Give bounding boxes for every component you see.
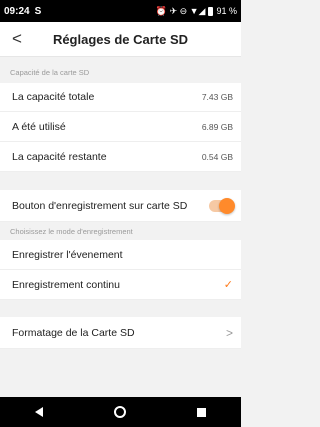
header: < Réglages de Carte SD <box>0 22 241 57</box>
remaining-capacity-value: 0.54 GB <box>201 151 233 162</box>
status-icons: ⏰ ✈ ⊖ ▼◢ <box>155 5 206 16</box>
continuous-recording-row[interactable]: Enregistrement continu ✓ <box>0 270 241 300</box>
event-recording-label: Enregistrer l'évenement <box>12 248 123 261</box>
nav-back-icon[interactable] <box>35 407 44 417</box>
continuous-recording-label: Enregistrement continu <box>12 278 120 291</box>
status-right-icons: ⏰ ✈ ⊖ ▼◢ 91 % <box>156 6 237 17</box>
used-capacity-row: A été utilisé 6.89 GB <box>0 112 241 142</box>
nav-home-icon[interactable] <box>113 406 126 418</box>
battery-icon <box>208 6 214 16</box>
battery-level: 91 % <box>216 6 237 16</box>
check-icon: ✓ <box>223 279 233 291</box>
format-sd-label: Formatage de la Carte SD <box>12 326 135 339</box>
toggle-knob <box>219 197 235 214</box>
nav-recent-apps-icon[interactable] <box>196 407 206 417</box>
total-capacity-label: La capacité totale <box>12 91 95 103</box>
page-title: Réglages de Carte SD <box>52 31 189 47</box>
sd-recording-label: Bouton d'enregistrement sur carte SD <box>12 199 188 212</box>
mode-section-label: Choisissez le mode d'enregistrement <box>10 227 133 236</box>
total-capacity-value: 7.43 GB <box>201 92 233 102</box>
status-bar: 09:24 S ⏰ ✈ ⊖ ▼◢ 91 % <box>0 0 241 22</box>
remaining-capacity-label: La capacité restante <box>12 150 107 163</box>
event-recording-row[interactable]: Enregistrer l'évenement <box>0 240 241 270</box>
remaining-capacity-row: La capacité restante 0.54 GB <box>0 142 241 172</box>
used-capacity-label: A été utilisé <box>12 120 66 133</box>
android-nav-bar <box>0 397 241 427</box>
status-time: 09:24 <box>4 5 30 17</box>
capacity-section-label: Capacité de la carte SD <box>10 68 90 77</box>
format-sd-row[interactable]: Formatage de la Carte SD > <box>0 317 241 349</box>
total-capacity-row: La capacité totale 7.43 GB <box>0 83 241 112</box>
sd-recording-toggle-row: Bouton d'enregistrement sur carte SD <box>0 190 241 222</box>
app-s-icon: S <box>34 5 42 17</box>
chevron-right-icon: > <box>225 325 233 340</box>
sd-recording-toggle[interactable] <box>209 197 235 214</box>
back-icon[interactable]: < <box>12 29 22 49</box>
used-capacity-value: 6.89 GB <box>201 121 233 132</box>
